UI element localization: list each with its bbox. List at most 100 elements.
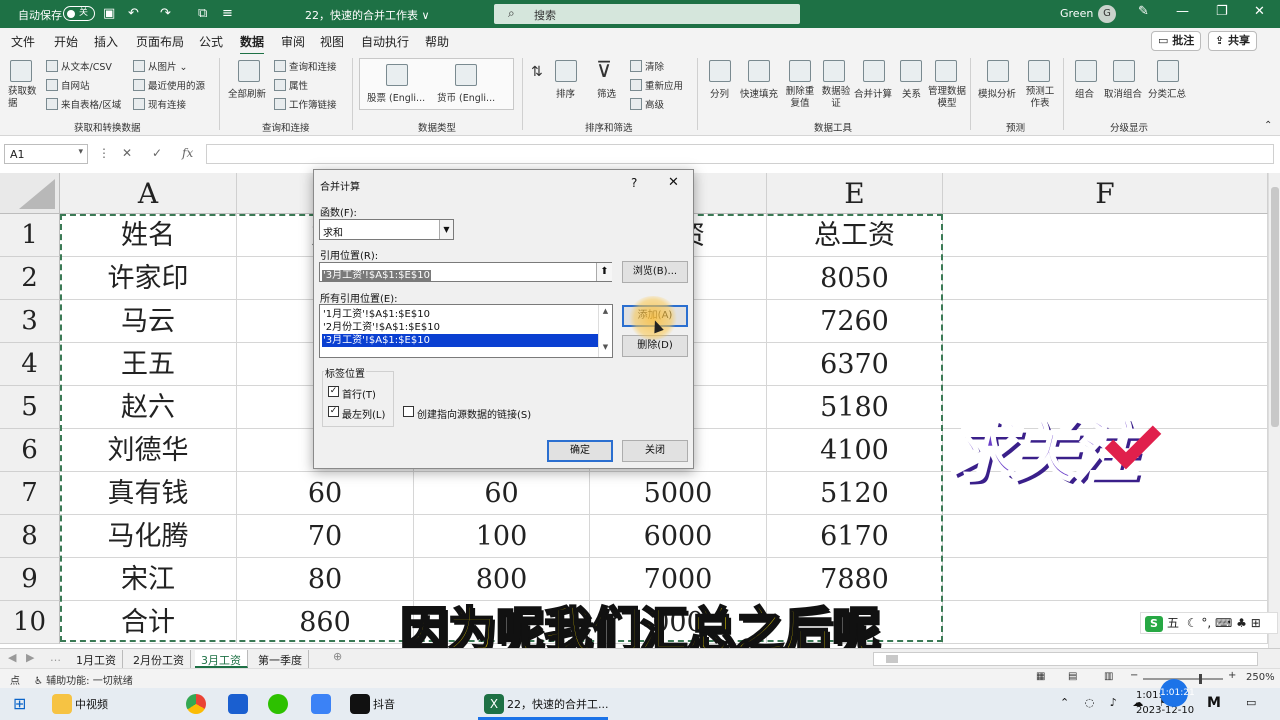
zoom-in-icon[interactable]: +	[1228, 670, 1236, 681]
wechat-icon[interactable]	[268, 694, 288, 714]
folder-icon[interactable]	[52, 694, 72, 714]
taskbar-folder[interactable]: 中视频	[75, 696, 108, 712]
app-star-icon[interactable]	[311, 694, 331, 714]
flash-fill-button[interactable]: 快速填充	[740, 86, 778, 100]
function-select[interactable]: 求和 ▼	[319, 219, 454, 240]
tab-review[interactable]: 审阅	[281, 33, 305, 50]
copy-icon[interactable]: ⧉	[198, 6, 207, 21]
top-row-checkbox[interactable]: ✓	[328, 386, 339, 397]
row-header-9[interactable]: 9	[0, 558, 60, 601]
autosave-toggle[interactable]: 关	[63, 6, 95, 21]
cell-a9[interactable]: 宋江	[60, 558, 237, 601]
consolidate-button[interactable]: 合并计算	[854, 86, 892, 100]
clock-date[interactable]: 2023-12-10	[1136, 705, 1194, 716]
scrollbar-thumb[interactable]	[1271, 187, 1279, 427]
clear-button[interactable]: 清除	[630, 59, 664, 73]
list-item-selected[interactable]: '3月工资'!$A$1:$E$10	[322, 334, 598, 347]
dialog-close-icon[interactable]: ✕	[668, 175, 679, 190]
cell-e7[interactable]: 5120	[767, 472, 943, 515]
reference-input[interactable]: '3月工资'!$A$1:$E$10	[319, 262, 612, 282]
search-box[interactable]: ⌕ 搜索	[494, 4, 800, 24]
cell-a10[interactable]: 合计	[60, 601, 237, 644]
cell-c7[interactable]: 60	[414, 472, 590, 515]
get-data-button[interactable]: 获取数据	[8, 86, 40, 110]
column-header-f[interactable]: F	[943, 173, 1268, 214]
list-item[interactable]: '2月份工资'!$A$1:$E$10	[322, 321, 598, 334]
cell-a7[interactable]: 真有钱	[60, 472, 237, 515]
notification-icon[interactable]: ▭	[1246, 696, 1256, 709]
cell-a5[interactable]: 赵六	[60, 386, 237, 429]
tab-home[interactable]: 开始	[54, 33, 78, 50]
forecast-sheet-button[interactable]: 预测工作表	[1022, 86, 1058, 110]
cell-e6[interactable]: 4100	[767, 429, 943, 472]
tab-insert[interactable]: 插入	[94, 33, 118, 50]
all-references-list[interactable]: '1月工资'!$A$1:$E$10 '2月份工资'!$A$1:$E$10 '3月…	[319, 304, 613, 358]
horizontal-scrollbar[interactable]	[873, 652, 1258, 666]
ime-toolbar[interactable]: S五 ☾ °, ⌨ ♣ ⊞	[1140, 612, 1278, 634]
list-item[interactable]: '1月工资'!$A$1:$E$10	[322, 308, 598, 321]
browse-button[interactable]: 浏览(B)...	[622, 261, 688, 283]
cell-a3[interactable]: 马云	[60, 300, 237, 343]
cell-f3[interactable]	[943, 300, 1268, 343]
redo-icon[interactable]: ↷	[160, 6, 171, 21]
collapse-ribbon-icon[interactable]: ⌃	[1264, 120, 1272, 131]
tab-scroll-left-icon[interactable]: ◀	[8, 651, 16, 664]
douyin-icon[interactable]	[350, 694, 370, 714]
name-box[interactable]: A1 ▾	[4, 144, 88, 164]
ok-button[interactable]: 确定	[547, 440, 613, 462]
workbook-links-button[interactable]: 工作簿链接	[274, 97, 337, 111]
tab-more-icon[interactable]: …	[50, 651, 61, 664]
whatif-analysis-button[interactable]: 模拟分析	[978, 86, 1016, 100]
cell-a4[interactable]: 王五	[60, 343, 237, 386]
tab-page-layout[interactable]: 页面布局	[136, 33, 184, 50]
m-logo-icon[interactable]: M	[1207, 695, 1221, 711]
stocks-button[interactable]: 股票 (Engli...	[367, 90, 425, 104]
windows-start-icon[interactable]: ⊞	[13, 694, 26, 713]
sort-button[interactable]: 排序	[556, 86, 575, 100]
zoom-slider-thumb[interactable]	[1199, 674, 1202, 684]
reapply-button[interactable]: 重新应用	[630, 78, 683, 92]
scrollbar-thumb[interactable]	[886, 655, 898, 663]
tab-data[interactable]: 数据	[240, 33, 265, 56]
sheet-tab-q1[interactable]: 第一季度	[252, 650, 309, 668]
chrome-icon[interactable]	[186, 694, 206, 714]
sheet-tab-mar[interactable]: 3月工资	[195, 650, 248, 668]
avatar[interactable]: G	[1098, 5, 1116, 23]
tab-file[interactable]: 文件	[11, 33, 35, 50]
restore-icon[interactable]: ❐	[1216, 4, 1228, 19]
cell-e2[interactable]: 8050	[767, 257, 943, 300]
taskbar-excel[interactable]: 22，快速的合并工...	[507, 696, 609, 712]
row-header-5[interactable]: 5	[0, 386, 60, 429]
row-header-1[interactable]: 1	[0, 214, 60, 257]
sort-az-icon[interactable]: ⇅	[531, 64, 543, 80]
cell-a8[interactable]: 马化腾	[60, 515, 237, 558]
cell-f9[interactable]	[943, 558, 1268, 601]
row-header-8[interactable]: 8	[0, 515, 60, 558]
zoom-level[interactable]: 250%	[1246, 672, 1275, 683]
cell-b8[interactable]: 70	[237, 515, 414, 558]
sheet-tab-jan[interactable]: 1月工资	[70, 650, 123, 668]
row-header-10[interactable]: 10	[0, 601, 60, 644]
cell-d7[interactable]: 5000	[590, 472, 767, 515]
cell-d8[interactable]: 6000	[590, 515, 767, 558]
left-column-checkbox[interactable]: ✓	[328, 406, 339, 417]
column-header-a[interactable]: A	[60, 173, 237, 214]
row-header-7[interactable]: 7	[0, 472, 60, 515]
cell-e3[interactable]: 7260	[767, 300, 943, 343]
from-web-button[interactable]: 自网站	[46, 78, 90, 92]
cell-f1[interactable]	[943, 214, 1268, 257]
queries-connections-button[interactable]: 查询和连接	[274, 59, 337, 73]
enter-icon[interactable]: ✓	[152, 146, 162, 160]
help-icon[interactable]: ?	[631, 176, 637, 190]
refresh-all-button[interactable]: 全部刷新	[228, 86, 266, 100]
close-button[interactable]: 关闭	[622, 440, 688, 462]
remove-duplicates-button[interactable]: 删除重复值	[783, 86, 817, 110]
cell-f4[interactable]	[943, 343, 1268, 386]
formula-input[interactable]	[206, 144, 1274, 164]
data-validation-button[interactable]: 数据验证	[820, 86, 852, 110]
page-break-icon[interactable]: ▥	[1104, 671, 1113, 682]
properties-button[interactable]: 属性	[274, 78, 308, 92]
minimize-icon[interactable]: —	[1176, 4, 1189, 19]
tab-help[interactable]: 帮助	[425, 33, 449, 50]
recent-sources-button[interactable]: 最近使用的源	[133, 78, 205, 92]
